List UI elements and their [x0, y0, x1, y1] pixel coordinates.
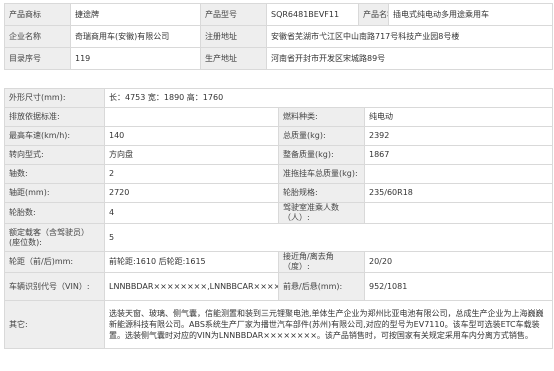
tire-count-label: 轮胎数: — [4, 202, 105, 224]
angles-value: 20/20 — [363, 251, 554, 273]
table-row: 产品商标 捷途牌 产品型号 SQR6481BEVF11 产品名称 插电式纯电动多… — [4, 3, 553, 26]
table-row: 目录序号 119 生产地址 河南省开封市开发区宋城路89号 — [4, 47, 553, 70]
table-row: 轴数: 2 准拖挂车总质量(kg): — [4, 164, 554, 184]
vin-label: 车辆识别代号（VIN）: — [4, 272, 105, 301]
dimensions-label: 外形尺寸(mm): — [4, 88, 105, 108]
table-row: 轴距(mm): 2720 轮胎规格: 235/60R18 — [4, 183, 554, 203]
product-name-value: 插电式纯电动多用途乘用车 — [388, 3, 553, 26]
trailer-mass-label: 准拖挂车总质量(kg): — [278, 164, 365, 184]
fuel-value: 纯电动 — [363, 107, 554, 127]
brand-value: 捷途牌 — [70, 3, 201, 26]
wheelbase-value: 2720 — [104, 183, 279, 203]
track-label: 轮距（前/后)mm: — [4, 251, 105, 273]
curb-mass-value: 1867 — [363, 145, 554, 165]
cab-passengers-label: 驾驶室准乘人数（人）: — [278, 202, 365, 224]
model-value: SQR6481BEVF11 — [266, 3, 359, 26]
wheelbase-label: 轴距(mm): — [4, 183, 105, 203]
axles-value: 2 — [104, 164, 279, 184]
table-row: 转向型式: 方向盘 整备质量(kg): 1867 — [4, 145, 554, 165]
other-label: 其它: — [4, 300, 105, 349]
dimensions-value: 长：4753 宽：1890 高：1760 — [103, 88, 554, 108]
brand-label: 产品商标 — [4, 3, 71, 26]
product-name-label: 产品名称 — [358, 3, 389, 26]
catalog-no-label: 目录序号 — [4, 47, 71, 70]
total-mass-label: 总质量(kg): — [278, 126, 365, 146]
spec-sheet: 产品商标 捷途牌 产品型号 SQR6481BEVF11 产品名称 插电式纯电动多… — [0, 0, 554, 371]
table-row: 轮距（前/后)mm: 前轮距:1610 后轮距:1615 接近角/离去角（度）:… — [4, 251, 554, 273]
curb-mass-label: 整备质量(kg): — [278, 145, 365, 165]
track-value: 前轮距:1610 后轮距:1615 — [104, 251, 279, 273]
tire-value: 235/60R18 — [363, 183, 554, 203]
seats-value: 5 — [103, 223, 554, 252]
vin-value: LNNBBDAR××××××××,LNNBBCAR×××××××× — [104, 272, 279, 301]
seats-label: 额定载客（含驾驶员）(座位数): — [4, 223, 105, 252]
emission-label: 排放依据标准: — [4, 107, 105, 127]
catalog-no-value: 119 — [70, 47, 201, 70]
cab-passengers-value — [363, 202, 554, 224]
table-row: 其它: 选装天窗、玻璃、侧气囊，信能测置和装到三元锂聚电池,单体生产企业为郑州比… — [4, 300, 554, 349]
prod-address-label: 生产地址 — [200, 47, 267, 70]
company-value: 奇瑞商用车(安徽)有限公司 — [70, 25, 201, 48]
product-info-table: 产品商标 捷途牌 产品型号 SQR6481BEVF11 产品名称 插电式纯电动多… — [4, 3, 553, 70]
prod-address-value: 河南省开封市开发区宋城路89号 — [266, 47, 553, 70]
fuel-label: 燃料种类: — [278, 107, 365, 127]
trailer-mass-value — [363, 164, 554, 184]
steering-label: 转向型式: — [4, 145, 105, 165]
overhang-label: 前悬/后悬(mm): — [278, 272, 365, 301]
axles-label: 轴数: — [4, 164, 105, 184]
reg-address-label: 注册地址 — [200, 25, 267, 48]
table-row: 最高车速(km/h): 140 总质量(kg): 2392 — [4, 126, 554, 146]
model-label: 产品型号 — [200, 3, 267, 26]
steering-value: 方向盘 — [104, 145, 279, 165]
company-label: 企业名称 — [4, 25, 71, 48]
other-value: 选装天窗、玻璃、侧气囊，信能测置和装到三元锂聚电池,单体生产企业为郑州比亚电池有… — [103, 300, 554, 349]
tire-label: 轮胎规格: — [278, 183, 365, 203]
top-speed-label: 最高车速(km/h): — [4, 126, 105, 146]
angles-label: 接近角/离去角（度）: — [278, 251, 365, 273]
table-row: 车辆识别代号（VIN）: LNNBBDAR××××××××,LNNBBCAR××… — [4, 272, 554, 301]
emission-value — [104, 107, 279, 127]
reg-address-value: 安徽省芜湖市弋江区中山南路717号科技产业园8号楼 — [266, 25, 553, 48]
table-row: 企业名称 奇瑞商用车(安徽)有限公司 注册地址 安徽省芜湖市弋江区中山南路717… — [4, 25, 553, 48]
total-mass-value: 2392 — [363, 126, 554, 146]
specification-table: 外形尺寸(mm): 长：4753 宽：1890 高：1760 排放依据标准: 燃… — [4, 88, 554, 349]
table-row: 额定载客（含驾驶员）(座位数): 5 — [4, 223, 554, 252]
tire-count-value: 4 — [104, 202, 279, 224]
overhang-value: 952/1081 — [363, 272, 554, 301]
table-row: 外形尺寸(mm): 长：4753 宽：1890 高：1760 — [4, 88, 554, 108]
table-row: 排放依据标准: 燃料种类: 纯电动 — [4, 107, 554, 127]
top-speed-value: 140 — [104, 126, 279, 146]
table-row: 轮胎数: 4 驾驶室准乘人数（人）: — [4, 202, 554, 224]
